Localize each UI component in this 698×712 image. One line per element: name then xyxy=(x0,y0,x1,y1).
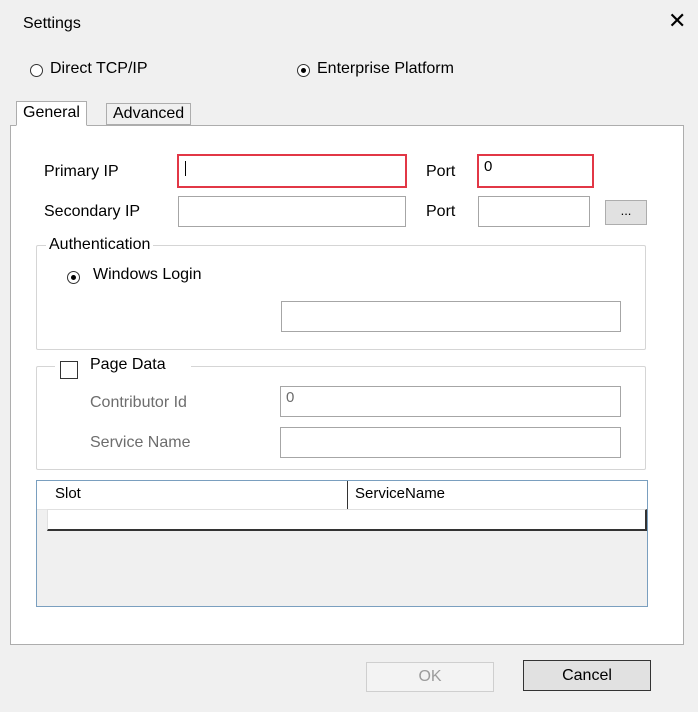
browse-button[interactable]: ... xyxy=(605,200,647,225)
enterprise-platform-label[interactable]: Enterprise Platform xyxy=(317,60,454,78)
grid-header-servicename[interactable]: ServiceName xyxy=(347,485,647,502)
windows-login-label[interactable]: Windows Login xyxy=(93,266,202,284)
grid-cell-servicename[interactable] xyxy=(348,510,646,530)
table-row[interactable] xyxy=(47,509,647,531)
primary-port-value: 0 xyxy=(484,158,493,175)
contributor-id-value: 0 xyxy=(286,389,295,406)
windows-login-radio[interactable] xyxy=(67,271,80,284)
secondary-ip-input[interactable] xyxy=(178,196,406,227)
grid-cell-slot[interactable] xyxy=(48,510,348,530)
direct-tcpip-label[interactable]: Direct TCP/IP xyxy=(50,60,148,78)
direct-tcpip-radio[interactable] xyxy=(30,64,43,77)
grid-header-slot[interactable]: Slot xyxy=(47,485,347,502)
cancel-button[interactable]: Cancel xyxy=(523,660,651,691)
primary-ip-label: Primary IP xyxy=(44,163,119,180)
primary-port-input[interactable]: 0 xyxy=(477,154,594,188)
contributor-id-label: Contributor Id xyxy=(90,394,187,411)
page-data-checkbox[interactable] xyxy=(60,361,78,379)
tab-advanced[interactable]: Advanced xyxy=(106,103,192,125)
enterprise-platform-radio[interactable] xyxy=(297,64,310,77)
contributor-id-input[interactable]: 0 xyxy=(280,386,621,417)
authentication-title: Authentication xyxy=(46,236,154,254)
windows-login-field[interactable] xyxy=(281,301,621,332)
ok-button[interactable]: OK xyxy=(366,662,494,692)
secondary-ip-label: Secondary IP xyxy=(44,203,141,220)
secondary-port-input[interactable] xyxy=(478,196,590,227)
window-title: Settings xyxy=(23,15,81,32)
tab-general[interactable]: General xyxy=(16,101,87,126)
secondary-port-label: Port xyxy=(426,203,456,220)
primary-ip-input[interactable] xyxy=(177,154,407,188)
service-name-label: Service Name xyxy=(90,434,191,451)
authentication-group xyxy=(36,245,646,350)
close-icon[interactable]: ✕ xyxy=(668,10,686,32)
page-data-title[interactable]: Page Data xyxy=(90,356,166,374)
text-caret xyxy=(185,161,186,176)
slot-service-grid[interactable]: Slot ServiceName xyxy=(36,480,648,607)
primary-port-label: Port xyxy=(426,163,456,180)
service-name-input[interactable] xyxy=(280,427,621,458)
